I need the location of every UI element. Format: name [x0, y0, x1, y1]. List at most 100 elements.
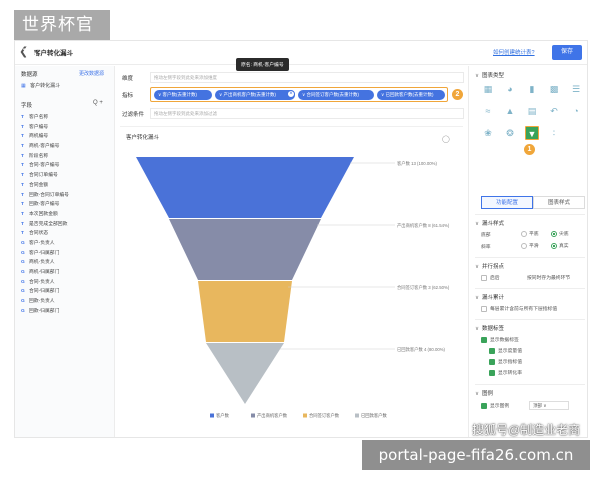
dimension-drop-zone[interactable]: 拖动左侧字段到此处来添加维度: [150, 72, 464, 83]
tab-chart-style[interactable]: 图表样式: [533, 196, 585, 209]
field-label: 回款-归属部门: [29, 308, 60, 314]
watermark-bottom: portal-page-fifa26.com.cn: [362, 440, 590, 470]
annotation-badge-2: 2: [452, 89, 463, 100]
real-slope-radio[interactable]: 真实: [551, 242, 569, 249]
field-item[interactable]: T 本次回款金额: [21, 210, 111, 220]
field-item[interactable]: G 回款-归属部门: [21, 307, 111, 317]
field-item[interactable]: T 回款-合同订单编号: [21, 191, 111, 201]
text-type-icon: T: [21, 182, 24, 188]
field-item[interactable]: G 商机-归属部门: [21, 268, 111, 278]
help-link[interactable]: 如何创建统计表?: [493, 48, 535, 56]
measure-pill-3[interactable]: ∨ 合同签订客户数(去重计数): [298, 90, 374, 100]
funnel-stage[interactable]: [198, 281, 292, 342]
funnel-chart-icon[interactable]: ▼: [525, 126, 539, 140]
bar-chart-icon[interactable]: ☰: [569, 82, 583, 96]
field-item[interactable]: T 阶段名称: [21, 152, 111, 162]
dual-axis-icon[interactable]: ↶: [547, 104, 561, 118]
field-item[interactable]: T 合同状态: [21, 229, 111, 239]
save-button[interactable]: 保存: [552, 45, 582, 60]
rose-chart-icon[interactable]: ❀: [481, 126, 495, 140]
field-item[interactable]: G 合同-归属部门: [21, 287, 111, 297]
field-item[interactable]: T 合同订单编号: [21, 171, 111, 181]
area-chart-icon[interactable]: ▲: [503, 104, 517, 118]
field-item[interactable]: G 商机-负责人: [21, 258, 111, 268]
measure-pill-4[interactable]: ∨ 已回款客户数(去重计数): [377, 90, 445, 100]
datasource-item[interactable]: ▦ 客户转化漏斗: [21, 82, 60, 89]
show-metric-checkbox[interactable]: 显示指标值: [489, 358, 522, 365]
scatter-chart-icon[interactable]: ∶: [547, 126, 561, 140]
field-item[interactable]: T 合同金额: [21, 181, 111, 191]
measure-drop-zone[interactable]: ∨ 客户数(去重计数) ∨ 产出商机客户数(去重计数) × ∨ 合同签订客户数(…: [150, 87, 448, 102]
watermark-sohu: 搜狐号@制造业老商: [472, 423, 581, 437]
field-item[interactable]: G 回款-负责人: [21, 297, 111, 307]
config-area: 维度 拖动左侧字段到此处来添加维度 指标 ∨ 客户数(去重计数) ∨ 产出商机客…: [116, 58, 467, 437]
combo-chart-icon[interactable]: ▤: [525, 104, 539, 118]
group-type-icon: G: [21, 270, 25, 275]
config-tabs: 功能配置 图表样式: [481, 196, 585, 209]
funnel-stage[interactable]: [206, 343, 284, 404]
pie-chart-icon[interactable]: ◔: [569, 104, 583, 118]
field-label: 合同-负责人: [29, 279, 55, 285]
stage-data-label: 产出商机客户数 8 (61.54%): [397, 222, 450, 229]
field-item[interactable]: T 合同-客户编号: [21, 161, 111, 171]
parallel-checkbox[interactable]: 启后: [481, 274, 500, 281]
line-chart-icon[interactable]: ≈: [481, 104, 495, 118]
field-item[interactable]: G 合同-负责人: [21, 278, 111, 288]
change-datasource-link[interactable]: 更改数据源: [79, 70, 104, 77]
legend-swatch: [210, 413, 214, 418]
column-chart-icon[interactable]: ▮: [525, 82, 539, 96]
group-type-icon: G: [21, 308, 25, 314]
chart-type-title: ∨ 图表类型: [475, 73, 505, 79]
field-label: 客户-归属部门: [29, 250, 60, 256]
field-item[interactable]: T 回款-客户编号: [21, 200, 111, 210]
field-item[interactable]: T 客户名称: [21, 113, 111, 123]
bottom-shape-label: 底部: [481, 233, 491, 238]
legend-title: ∨ 图例: [475, 391, 494, 397]
text-type-icon: T: [21, 221, 24, 227]
field-item[interactable]: T 是否完成全部回款: [21, 220, 111, 230]
show-legend-checkbox[interactable]: 显示图例: [481, 402, 509, 409]
measure-pill-1[interactable]: ∨ 客户数(去重计数): [154, 90, 212, 100]
legend-label[interactable]: 合同签订客户数: [309, 412, 340, 419]
field-label: 商机-客户编号: [29, 144, 60, 150]
legend-label[interactable]: 客户数: [216, 412, 230, 419]
top-bar: ❮ 客户转化漏斗 如何创建统计表? 保存: [15, 41, 587, 65]
app-window: ❮ 客户转化漏斗 如何创建统计表? 保存 数据源 更改数据源 ▦ 客户转化漏斗 …: [14, 40, 588, 438]
show-data-label-checkbox[interactable]: 显示数据标签: [481, 336, 519, 343]
filter-drop-zone[interactable]: 拖动左侧字段到此处来添加过滤: [150, 108, 464, 119]
group-type-icon: G: [21, 250, 25, 256]
field-item[interactable]: G 客户-负责人: [21, 239, 111, 249]
pointed-bottom-radio[interactable]: 尖底: [551, 230, 569, 237]
flat-bottom-radio[interactable]: 平底: [521, 230, 539, 237]
field-item[interactable]: T 商机-客户编号: [21, 142, 111, 152]
legend-label[interactable]: 产出商机客户数: [257, 412, 288, 419]
field-label: 回款-合同订单编号: [29, 192, 69, 198]
field-item[interactable]: G 客户-归属部门: [21, 249, 111, 259]
fields-search-add-icons[interactable]: Q +: [93, 100, 103, 106]
legend-position-select[interactable]: 顶部 ∨: [529, 401, 569, 410]
field-label: 客户编号: [29, 124, 49, 130]
stage-data-label: 合同签订客户数 3 (62.50%): [397, 284, 450, 291]
field-label: 本次回款金额: [29, 211, 58, 217]
funnel-stage[interactable]: [136, 157, 354, 218]
group-type-icon: G: [21, 279, 25, 285]
field-item[interactable]: T 商机编号: [21, 132, 111, 142]
fields-header: 字段: [21, 103, 33, 109]
gauge-chart-icon[interactable]: ◕: [503, 82, 517, 96]
funnel-stage[interactable]: [169, 219, 321, 280]
smooth-slope-radio[interactable]: 平滑: [521, 242, 539, 249]
tab-function-config[interactable]: 功能配置: [481, 196, 533, 209]
accum-checkbox[interactable]: 每层累计含前与所有下层指标值: [481, 305, 557, 312]
stacked-column-icon[interactable]: ▩: [547, 82, 561, 96]
field-item[interactable]: T 客户编号: [21, 123, 111, 133]
remove-pill-icon[interactable]: ×: [287, 90, 295, 98]
funnel-chart: 客户数 13 (100.00%) 产出商机客户数 8 (61.54%) 合同签订客户…: [136, 157, 450, 419]
table-chart-icon[interactable]: ▦: [481, 82, 495, 96]
show-rate-checkbox[interactable]: 显示转化率: [489, 369, 522, 376]
measure-pill-2[interactable]: ∨ 产出商机客户数(去重计数): [215, 90, 295, 100]
radar-chart-icon[interactable]: ❂: [503, 126, 517, 140]
data-label-title: ∨ 数据标签: [475, 326, 505, 332]
legend-label[interactable]: 已回款客户数: [361, 412, 387, 419]
show-measure-checkbox[interactable]: 显示度量值: [489, 347, 522, 354]
legend-swatch: [303, 413, 307, 418]
